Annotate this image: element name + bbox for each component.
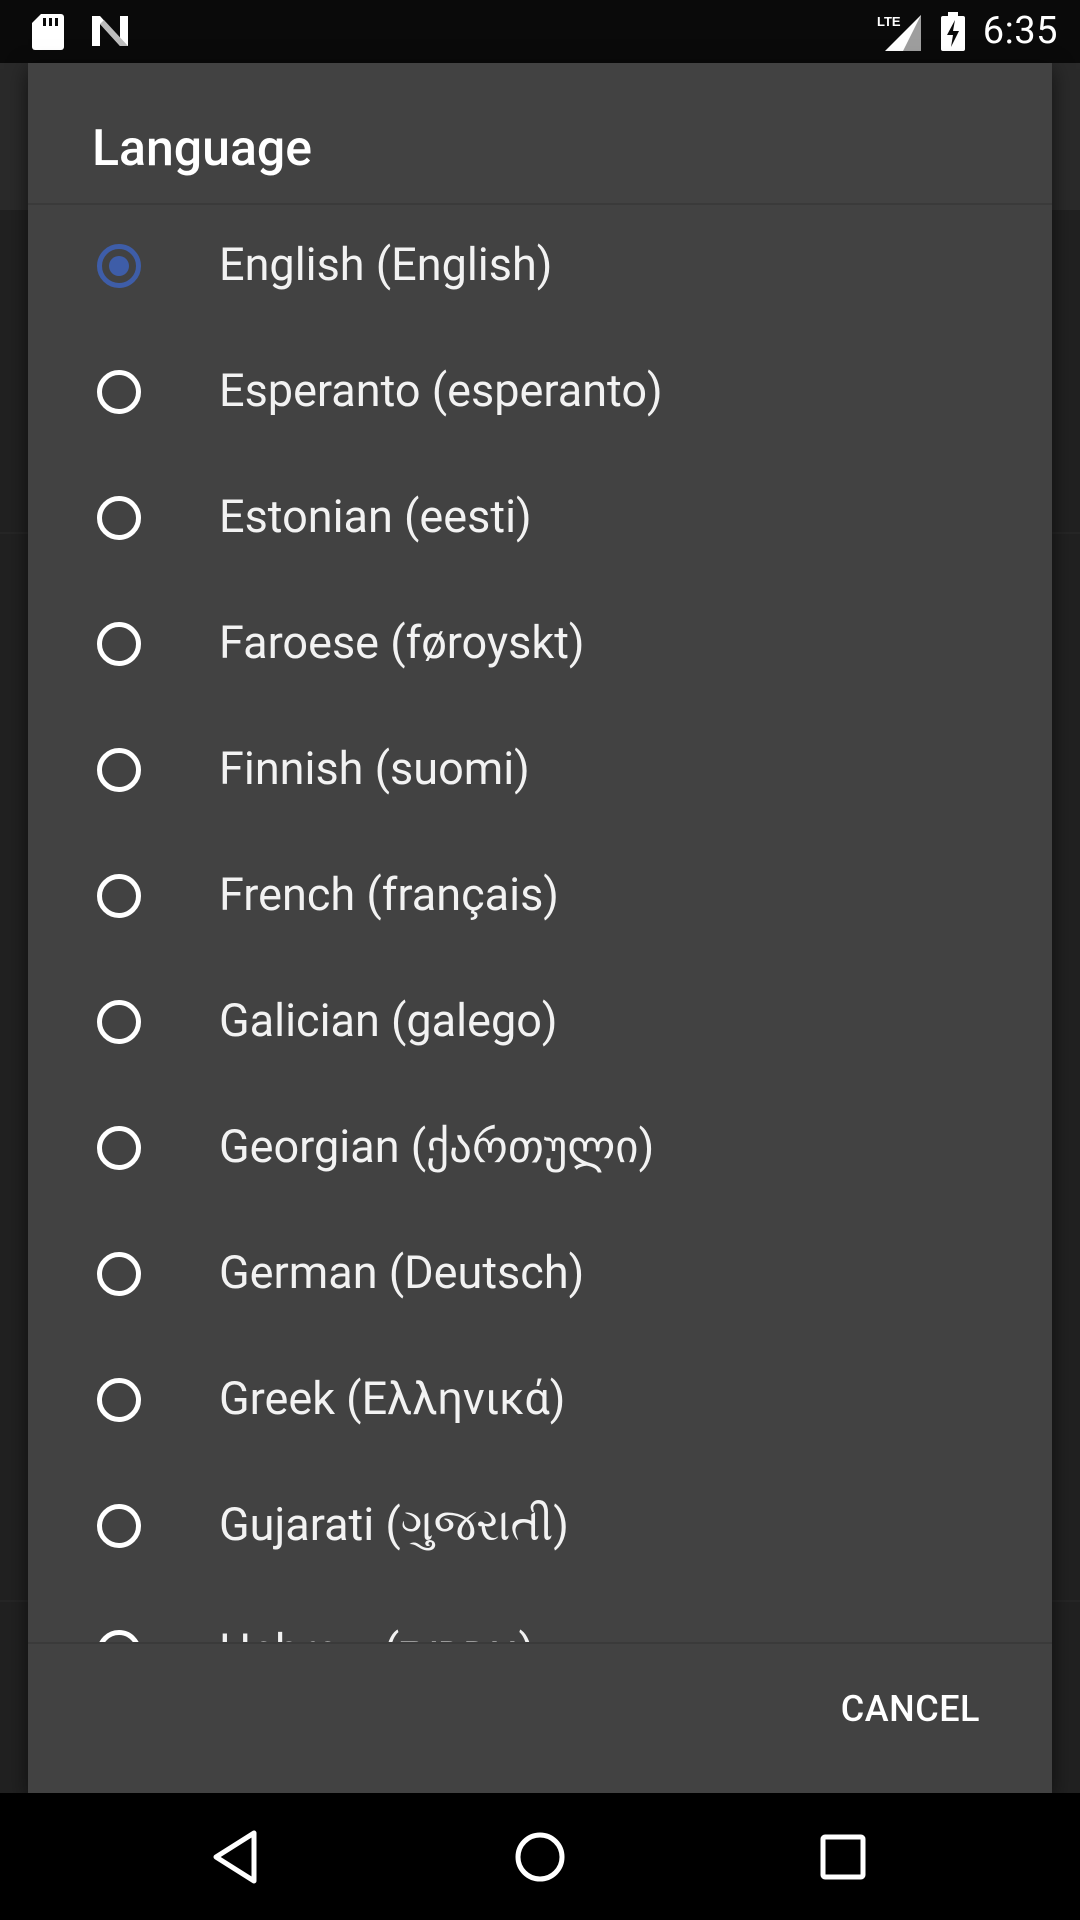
radio-button-checked[interactable] bbox=[97, 244, 141, 288]
radio-button[interactable] bbox=[97, 622, 141, 666]
language-option[interactable]: Faroese (føroyskt) bbox=[28, 583, 1052, 709]
language-option-label: Georgian (ქართული) bbox=[219, 1120, 655, 1173]
radio-button[interactable] bbox=[97, 1126, 141, 1170]
language-option[interactable]: Hebrew (עברית) bbox=[28, 1591, 1052, 1642]
language-option-label: Greek (Ελληνικά) bbox=[219, 1372, 566, 1425]
radio-button[interactable] bbox=[97, 1378, 141, 1422]
clock: 6:35 bbox=[982, 9, 1058, 53]
language-option-label: Hebrew (עברית) bbox=[219, 1619, 534, 1642]
radio-button[interactable] bbox=[97, 1000, 141, 1044]
language-option-label: English (English) bbox=[219, 238, 553, 291]
radio-button[interactable] bbox=[97, 496, 141, 540]
cancel-button[interactable]: CANCEL bbox=[831, 1681, 990, 1737]
recents-icon[interactable] bbox=[813, 1827, 873, 1887]
language-option[interactable]: German (Deutsch) bbox=[28, 1213, 1052, 1339]
language-option-label: Galician (galego) bbox=[219, 994, 558, 1047]
radio-button[interactable] bbox=[97, 370, 141, 414]
back-icon[interactable] bbox=[206, 1827, 266, 1887]
language-option[interactable]: Greek (Ελληνικά) bbox=[28, 1339, 1052, 1465]
language-option-label: French (français) bbox=[219, 868, 559, 921]
screen: LTE 6:35 Language English (English) Esper… bbox=[0, 0, 1080, 1920]
radio-button[interactable] bbox=[97, 874, 141, 918]
divider bbox=[28, 1642, 1052, 1644]
language-option[interactable]: Estonian (eesti) bbox=[28, 457, 1052, 583]
language-option-label: German (Deutsch) bbox=[219, 1246, 585, 1299]
language-option[interactable]: English (English) bbox=[28, 205, 1052, 331]
language-dialog: Language English (English) Esperanto (esp… bbox=[28, 63, 1052, 1793]
language-option-label: Faroese (føroyskt) bbox=[219, 616, 585, 669]
radio-button[interactable] bbox=[97, 1252, 141, 1296]
language-option-label: Gujarati (ગુજરાતી) bbox=[219, 1498, 569, 1551]
home-icon[interactable] bbox=[510, 1827, 570, 1887]
language-option-label: Estonian (eesti) bbox=[219, 490, 532, 543]
language-option-label: Esperanto (esperanto) bbox=[219, 364, 663, 417]
language-option[interactable]: Georgian (ქართული) bbox=[28, 1087, 1052, 1213]
n-icon bbox=[92, 16, 128, 46]
navigation-bar bbox=[0, 1793, 1080, 1920]
status-bar: LTE 6:35 bbox=[0, 0, 1080, 63]
dialog-title: Language bbox=[92, 120, 313, 178]
battery-charging-icon bbox=[941, 12, 965, 51]
language-option[interactable]: Finnish (suomi) bbox=[28, 709, 1052, 835]
signal-icon: LTE bbox=[877, 14, 921, 51]
language-option[interactable]: French (français) bbox=[28, 835, 1052, 961]
language-option[interactable]: Esperanto (esperanto) bbox=[28, 331, 1052, 457]
language-option-label: Finnish (suomi) bbox=[219, 742, 530, 795]
radio-button[interactable] bbox=[97, 1504, 141, 1548]
language-option[interactable]: Galician (galego) bbox=[28, 961, 1052, 1087]
network-type-label: LTE bbox=[877, 14, 901, 29]
radio-button[interactable] bbox=[97, 1630, 141, 1642]
radio-button[interactable] bbox=[97, 748, 141, 792]
language-option[interactable]: Gujarati (ગુજરાતી) bbox=[28, 1465, 1052, 1591]
language-list[interactable]: English (English) Esperanto (esperanto) Es… bbox=[28, 205, 1052, 1642]
sd-card-icon bbox=[32, 14, 64, 50]
